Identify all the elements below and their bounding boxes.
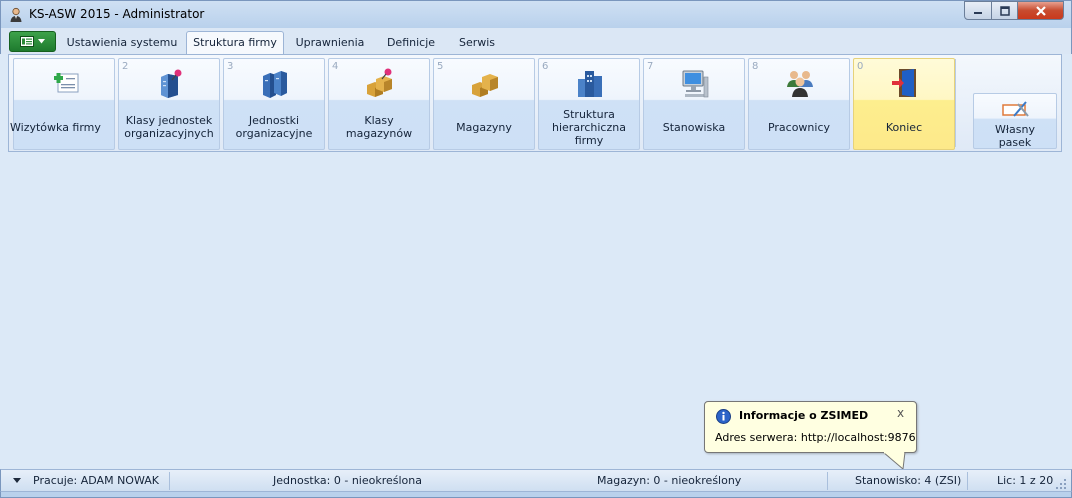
ribbon-button-label: Koniec xyxy=(885,120,923,134)
info-icon xyxy=(716,409,731,424)
ribbon-button-label: Klasy magazynów xyxy=(345,114,413,140)
window-title: KS-ASW 2015 - Administrator xyxy=(29,7,205,21)
ribbon-tab-strip: Ustawienia systemu Struktura firmy Upraw… xyxy=(0,28,1072,55)
ribbon-button-koniec[interactable]: 0 Koniec xyxy=(853,58,955,150)
ribbon-button-magazyny[interactable]: 5 Magazyny xyxy=(433,58,535,150)
status-license: Lic: 1 z 20 xyxy=(997,474,1054,487)
ribbon-button-label: Magazyny xyxy=(456,120,512,134)
shortcut-number: 4 xyxy=(332,61,339,72)
status-separator xyxy=(169,472,170,490)
ribbon-button-pracownicy[interactable]: 8 Pracownicy xyxy=(748,58,850,150)
maximize-icon xyxy=(999,5,1010,16)
exit-door-icon xyxy=(892,69,916,97)
ribbon-separator xyxy=(955,59,956,147)
boxes-icon xyxy=(472,74,498,97)
ribbon-button-wlasny-pasek[interactable]: Własny pasek xyxy=(973,93,1057,149)
ribbon-button-struktura-hierarchiczna[interactable]: 6 Struktura hierarchiczna firmy xyxy=(538,58,640,150)
info-balloon[interactable]: Informacje o ZSIMED x Adres serwera: htt… xyxy=(704,401,917,453)
tab-definicje[interactable]: Definicje xyxy=(379,33,443,54)
close-icon xyxy=(1035,5,1046,16)
shortcut-number: 8 xyxy=(752,61,759,72)
shortcut-number: 0 xyxy=(857,61,864,72)
chevron-down-icon xyxy=(38,39,45,44)
tab-struktura-firmy[interactable]: Struktura firmy xyxy=(186,31,284,55)
status-menu-arrow-icon[interactable] xyxy=(13,478,21,483)
server-pin-icon xyxy=(161,69,182,98)
ribbon-button-klasy-jednostek[interactable]: 2 Klasy jednostek organizacyjnych xyxy=(118,58,220,150)
balloon-tail xyxy=(882,452,906,470)
status-user: Pracuje: ADAM NOWAK xyxy=(33,474,159,487)
status-separator xyxy=(827,472,828,490)
window-bottom-frame xyxy=(0,492,1072,498)
boxes-pin-icon xyxy=(367,68,392,97)
status-unit: Jednostka: 0 - nieokreślona xyxy=(273,474,422,487)
shortcut-number: 7 xyxy=(647,61,654,72)
ribbon-button-jednostki-organizacyjne[interactable]: 3 Jednostki organizacyjne xyxy=(223,58,325,150)
ribbon-button-label: Klasy jednostek organizacyjnych xyxy=(124,114,214,140)
ribbon-panel: Wizytówka firmy 2 Klasy jednostek organi… xyxy=(8,54,1062,152)
balloon-text: Adres serwera: http://localhost:9876 xyxy=(715,431,916,444)
shortcut-number: 6 xyxy=(542,61,549,72)
close-button[interactable] xyxy=(1018,1,1064,20)
user-figure-icon xyxy=(10,7,22,22)
tab-uprawnienia[interactable]: Uprawnienia xyxy=(289,33,371,54)
status-bar: Pracuje: ADAM NOWAK Jednostka: 0 - nieok… xyxy=(0,469,1072,492)
app-menu-button[interactable] xyxy=(9,31,56,52)
people-icon xyxy=(787,71,813,97)
resize-grip-icon[interactable] xyxy=(1055,478,1067,490)
ribbon-button-klasy-magazynow[interactable]: 4 Klasy magazynów xyxy=(328,58,430,150)
ribbon-button-label: Własny pasek xyxy=(995,123,1035,149)
shortcut-number: 2 xyxy=(122,61,129,72)
shortcut-number: 3 xyxy=(227,61,234,72)
ribbon-button-wizytowka[interactable]: Wizytówka firmy xyxy=(10,58,115,150)
ribbon-button-label: Wizytówka firmy xyxy=(10,120,101,134)
tab-ustawienia-systemu[interactable]: Ustawienia systemu xyxy=(61,33,183,54)
menu-list-icon xyxy=(20,36,34,47)
window-controls xyxy=(964,1,1064,20)
minimize-icon xyxy=(974,11,982,14)
computer-icon xyxy=(682,70,709,98)
shortcut-number: 5 xyxy=(437,61,444,72)
status-separator xyxy=(967,472,968,490)
servers-icon xyxy=(263,71,287,98)
status-warehouse: Magazyn: 0 - nieokreślony xyxy=(597,474,742,487)
tab-serwis[interactable]: Serwis xyxy=(451,33,503,54)
ribbon-button-stanowiska[interactable]: 7 Stanowiska xyxy=(643,58,745,150)
custom-toolbar-icon xyxy=(1002,101,1029,117)
ribbon-button-label: Pracownicy xyxy=(767,120,831,134)
minimize-button[interactable] xyxy=(964,1,992,20)
balloon-close-button[interactable]: x xyxy=(897,406,904,420)
status-workstation: Stanowisko: 4 (ZSI) xyxy=(855,474,962,487)
business-card-icon xyxy=(54,73,79,93)
maximize-button[interactable] xyxy=(992,1,1018,20)
balloon-title: Informacje o ZSIMED xyxy=(739,409,869,422)
ribbon-button-label: Jednostki organizacyjne xyxy=(235,114,313,140)
ribbon-button-label: Struktura hierarchiczna firmy xyxy=(552,107,626,147)
ribbon-button-label: Stanowiska xyxy=(662,120,726,134)
title-bar: KS-ASW 2015 - Administrator xyxy=(0,0,1072,28)
buildings-icon xyxy=(578,71,602,97)
